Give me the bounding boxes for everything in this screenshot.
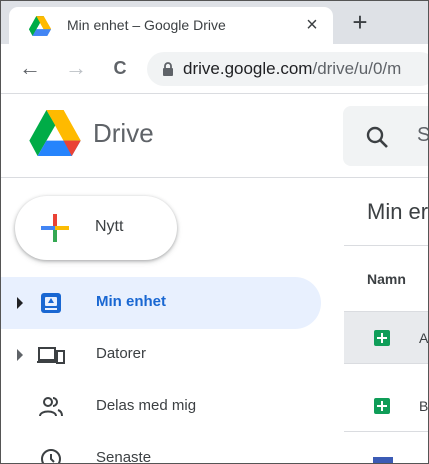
sheets-icon bbox=[374, 330, 390, 346]
new-tab-button[interactable]: + bbox=[346, 9, 374, 37]
search-bar[interactable]: S bbox=[343, 106, 428, 166]
forward-button[interactable]: → bbox=[63, 56, 89, 82]
my-drive-icon bbox=[41, 293, 61, 313]
drive-favicon-icon bbox=[29, 16, 51, 36]
expand-caret-icon[interactable] bbox=[17, 297, 23, 309]
tab-title: Min enhet – Google Drive bbox=[67, 17, 226, 33]
divider bbox=[344, 363, 428, 364]
divider bbox=[344, 245, 428, 246]
url-text: drive.google.com/drive/u/0/m bbox=[183, 59, 401, 79]
browser-window: Min enhet – Google Drive × + ← → C drive… bbox=[0, 0, 429, 464]
tab-close-button[interactable]: × bbox=[301, 14, 323, 36]
file-name: B bbox=[419, 398, 429, 414]
tab-strip: Min enhet – Google Drive × + bbox=[1, 1, 428, 44]
new-button-label: Nytt bbox=[95, 218, 124, 235]
drive-header: Drive S bbox=[1, 94, 428, 178]
url-path: /drive/u/0/m bbox=[312, 59, 402, 78]
sidebar-item-shared-with-me[interactable]: Delas med mig bbox=[1, 381, 321, 433]
shared-with-me-icon bbox=[39, 397, 63, 417]
new-button[interactable]: Nytt bbox=[15, 196, 177, 260]
page-title: Min er bbox=[367, 199, 429, 224]
browser-tab[interactable]: Min enhet – Google Drive × bbox=[9, 7, 333, 44]
sidebar-item-computers[interactable]: Datorer bbox=[1, 329, 321, 381]
sidebar-item-label: Senaste bbox=[96, 449, 152, 464]
file-row[interactable]: A bbox=[344, 312, 429, 364]
reload-button[interactable]: C bbox=[107, 56, 133, 82]
expand-caret-icon[interactable] bbox=[17, 349, 23, 361]
search-placeholder: S bbox=[417, 124, 428, 147]
sidebar-item-label: Min enhet bbox=[96, 293, 166, 310]
back-button[interactable]: ← bbox=[17, 56, 43, 82]
drive-logo-icon[interactable] bbox=[29, 110, 81, 156]
search-icon[interactable] bbox=[365, 125, 389, 149]
sheets-icon bbox=[374, 398, 390, 414]
divider bbox=[344, 431, 428, 432]
lock-icon bbox=[163, 62, 173, 76]
address-bar[interactable]: drive.google.com/drive/u/0/m bbox=[147, 52, 428, 86]
browser-toolbar: ← → C drive.google.com/drive/u/0/m bbox=[1, 44, 428, 94]
column-header-name[interactable]: Namn bbox=[367, 271, 406, 287]
recent-icon bbox=[41, 449, 61, 463]
file-row[interactable]: B bbox=[344, 380, 429, 432]
sidebar-item-my-drive[interactable]: Min enhet bbox=[1, 277, 321, 329]
sidebar-item-label: Delas med mig bbox=[96, 397, 197, 414]
plus-icon bbox=[41, 214, 69, 242]
file-name: A bbox=[419, 330, 429, 346]
sidebar-item-label: Datorer bbox=[96, 345, 147, 362]
sidebar-item-recent[interactable]: Senaste bbox=[1, 433, 321, 464]
computers-icon bbox=[37, 347, 65, 364]
file-icon-partial bbox=[373, 457, 393, 463]
url-host: drive.google.com bbox=[183, 59, 313, 78]
drive-brand: Drive bbox=[93, 118, 154, 148]
